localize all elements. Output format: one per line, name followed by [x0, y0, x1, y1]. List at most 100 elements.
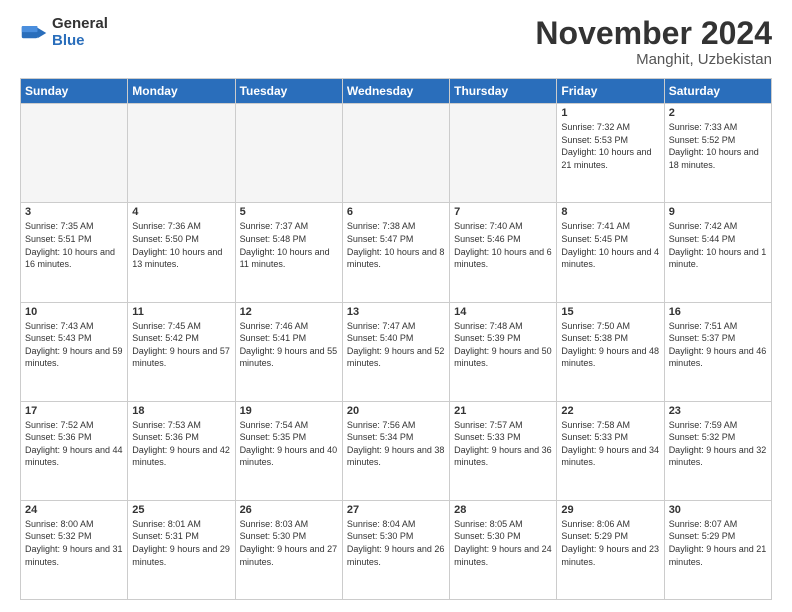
- calendar-cell: 8 Sunrise: 7:41 AM Sunset: 5:45 PM Daylig…: [557, 203, 664, 302]
- calendar-cell: 5 Sunrise: 7:37 AM Sunset: 5:48 PM Daylig…: [235, 203, 342, 302]
- day-info: Sunrise: 7:40 AM Sunset: 5:46 PM Dayligh…: [454, 220, 552, 270]
- calendar-cell: 27 Sunrise: 8:04 AM Sunset: 5:30 PM Dayli…: [342, 500, 449, 599]
- calendar-cell: 20 Sunrise: 7:56 AM Sunset: 5:34 PM Dayli…: [342, 401, 449, 500]
- day-info: Sunrise: 7:48 AM Sunset: 5:39 PM Dayligh…: [454, 320, 552, 370]
- calendar-cell: 2 Sunrise: 7:33 AM Sunset: 5:52 PM Daylig…: [664, 104, 771, 203]
- calendar-cell: 28 Sunrise: 8:05 AM Sunset: 5:30 PM Dayli…: [450, 500, 557, 599]
- day-number: 20: [347, 405, 445, 417]
- logo-blue: Blue: [52, 33, 108, 50]
- day-info: Sunrise: 7:51 AM Sunset: 5:37 PM Dayligh…: [669, 320, 767, 370]
- day-info: Sunrise: 7:56 AM Sunset: 5:34 PM Dayligh…: [347, 419, 445, 469]
- calendar-cell: [342, 104, 449, 203]
- weekday-header-monday: Monday: [128, 79, 235, 104]
- day-info: Sunrise: 7:37 AM Sunset: 5:48 PM Dayligh…: [240, 220, 338, 270]
- calendar-cell: [235, 104, 342, 203]
- day-number: 15: [561, 306, 659, 318]
- day-info: Sunrise: 8:01 AM Sunset: 5:31 PM Dayligh…: [132, 518, 230, 568]
- day-number: 9: [669, 206, 767, 218]
- day-number: 7: [454, 206, 552, 218]
- day-number: 14: [454, 306, 552, 318]
- calendar-cell: 23 Sunrise: 7:59 AM Sunset: 5:32 PM Dayli…: [664, 401, 771, 500]
- day-number: 10: [25, 306, 123, 318]
- title-block: November 2024 Manghit, Uzbekistan: [535, 16, 772, 68]
- calendar-cell: 11Sunrise: 7:45 AM Sunset: 5:42 PM Dayli…: [128, 302, 235, 401]
- calendar-week-5: 24 Sunrise: 8:00 AM Sunset: 5:32 PM Dayli…: [21, 500, 772, 599]
- day-info: Sunrise: 8:03 AM Sunset: 5:30 PM Dayligh…: [240, 518, 338, 568]
- day-number: 1: [561, 107, 659, 119]
- weekday-header-friday: Friday: [557, 79, 664, 104]
- day-info: Sunrise: 8:06 AM Sunset: 5:29 PM Dayligh…: [561, 518, 659, 568]
- calendar-cell: 18Sunrise: 7:53 AM Sunset: 5:36 PM Dayli…: [128, 401, 235, 500]
- calendar-cell: 6 Sunrise: 7:38 AM Sunset: 5:47 PM Daylig…: [342, 203, 449, 302]
- calendar-table: SundayMondayTuesdayWednesdayThursdayFrid…: [20, 78, 772, 600]
- day-info: Sunrise: 7:35 AM Sunset: 5:51 PM Dayligh…: [25, 220, 123, 270]
- day-info: Sunrise: 7:52 AM Sunset: 5:36 PM Dayligh…: [25, 419, 123, 469]
- calendar-cell: 26 Sunrise: 8:03 AM Sunset: 5:30 PM Dayli…: [235, 500, 342, 599]
- calendar-cell: 22Sunrise: 7:58 AM Sunset: 5:33 PM Dayli…: [557, 401, 664, 500]
- page: General Blue November 2024 Manghit, Uzbe…: [0, 0, 792, 612]
- calendar-week-1: 1Sunrise: 7:32 AM Sunset: 5:53 PM Daylig…: [21, 104, 772, 203]
- day-number: 5: [240, 206, 338, 218]
- calendar-cell: 13Sunrise: 7:47 AM Sunset: 5:40 PM Dayli…: [342, 302, 449, 401]
- day-number: 17: [25, 405, 123, 417]
- day-info: Sunrise: 8:00 AM Sunset: 5:32 PM Dayligh…: [25, 518, 123, 568]
- calendar-cell: 16 Sunrise: 7:51 AM Sunset: 5:37 PM Dayli…: [664, 302, 771, 401]
- calendar-week-3: 10 Sunrise: 7:43 AM Sunset: 5:43 PM Dayli…: [21, 302, 772, 401]
- day-number: 22: [561, 405, 659, 417]
- day-number: 8: [561, 206, 659, 218]
- calendar-cell: 9 Sunrise: 7:42 AM Sunset: 5:44 PM Daylig…: [664, 203, 771, 302]
- weekday-header-tuesday: Tuesday: [235, 79, 342, 104]
- day-number: 27: [347, 504, 445, 516]
- day-number: 24: [25, 504, 123, 516]
- header: General Blue November 2024 Manghit, Uzbe…: [20, 16, 772, 68]
- day-number: 16: [669, 306, 767, 318]
- day-info: Sunrise: 7:36 AM Sunset: 5:50 PM Dayligh…: [132, 220, 230, 270]
- calendar-cell: [450, 104, 557, 203]
- day-info: Sunrise: 8:05 AM Sunset: 5:30 PM Dayligh…: [454, 518, 552, 568]
- day-number: 18: [132, 405, 230, 417]
- calendar-cell: 24 Sunrise: 8:00 AM Sunset: 5:32 PM Dayli…: [21, 500, 128, 599]
- calendar-week-4: 17 Sunrise: 7:52 AM Sunset: 5:36 PM Dayli…: [21, 401, 772, 500]
- day-number: 13: [347, 306, 445, 318]
- day-number: 28: [454, 504, 552, 516]
- calendar-cell: 4 Sunrise: 7:36 AM Sunset: 5:50 PM Daylig…: [128, 203, 235, 302]
- day-number: 12: [240, 306, 338, 318]
- calendar-cell: 15 Sunrise: 7:50 AM Sunset: 5:38 PM Dayli…: [557, 302, 664, 401]
- day-info: Sunrise: 7:41 AM Sunset: 5:45 PM Dayligh…: [561, 220, 659, 270]
- day-info: Sunrise: 7:43 AM Sunset: 5:43 PM Dayligh…: [25, 320, 123, 370]
- day-info: Sunrise: 7:45 AM Sunset: 5:42 PM Dayligh…: [132, 320, 230, 370]
- day-info: Sunrise: 7:59 AM Sunset: 5:32 PM Dayligh…: [669, 419, 767, 469]
- weekday-header-thursday: Thursday: [450, 79, 557, 104]
- weekday-header-wednesday: Wednesday: [342, 79, 449, 104]
- calendar-cell: 10 Sunrise: 7:43 AM Sunset: 5:43 PM Dayli…: [21, 302, 128, 401]
- day-number: 6: [347, 206, 445, 218]
- calendar-cell: [128, 104, 235, 203]
- day-number: 26: [240, 504, 338, 516]
- logo-icon: [20, 19, 48, 47]
- calendar-cell: 14 Sunrise: 7:48 AM Sunset: 5:39 PM Dayli…: [450, 302, 557, 401]
- month-title: November 2024: [535, 16, 772, 51]
- day-number: 23: [669, 405, 767, 417]
- calendar-cell: 17 Sunrise: 7:52 AM Sunset: 5:36 PM Dayli…: [21, 401, 128, 500]
- day-info: Sunrise: 7:38 AM Sunset: 5:47 PM Dayligh…: [347, 220, 445, 270]
- weekday-header-row: SundayMondayTuesdayWednesdayThursdayFrid…: [21, 79, 772, 104]
- day-number: 25: [132, 504, 230, 516]
- day-number: 2: [669, 107, 767, 119]
- day-number: 4: [132, 206, 230, 218]
- day-info: Sunrise: 7:57 AM Sunset: 5:33 PM Dayligh…: [454, 419, 552, 469]
- calendar-cell: 3 Sunrise: 7:35 AM Sunset: 5:51 PM Daylig…: [21, 203, 128, 302]
- day-info: Sunrise: 7:50 AM Sunset: 5:38 PM Dayligh…: [561, 320, 659, 370]
- logo: General Blue: [20, 16, 108, 49]
- weekday-header-saturday: Saturday: [664, 79, 771, 104]
- day-info: Sunrise: 7:33 AM Sunset: 5:52 PM Dayligh…: [669, 121, 767, 171]
- calendar-cell: 19Sunrise: 7:54 AM Sunset: 5:35 PM Dayli…: [235, 401, 342, 500]
- location: Manghit, Uzbekistan: [535, 51, 772, 68]
- day-number: 30: [669, 504, 767, 516]
- day-info: Sunrise: 8:07 AM Sunset: 5:29 PM Dayligh…: [669, 518, 767, 568]
- day-info: Sunrise: 7:42 AM Sunset: 5:44 PM Dayligh…: [669, 220, 767, 270]
- day-number: 3: [25, 206, 123, 218]
- calendar-cell: 12Sunrise: 7:46 AM Sunset: 5:41 PM Dayli…: [235, 302, 342, 401]
- day-number: 19: [240, 405, 338, 417]
- calendar-cell: 1Sunrise: 7:32 AM Sunset: 5:53 PM Daylig…: [557, 104, 664, 203]
- day-info: Sunrise: 8:04 AM Sunset: 5:30 PM Dayligh…: [347, 518, 445, 568]
